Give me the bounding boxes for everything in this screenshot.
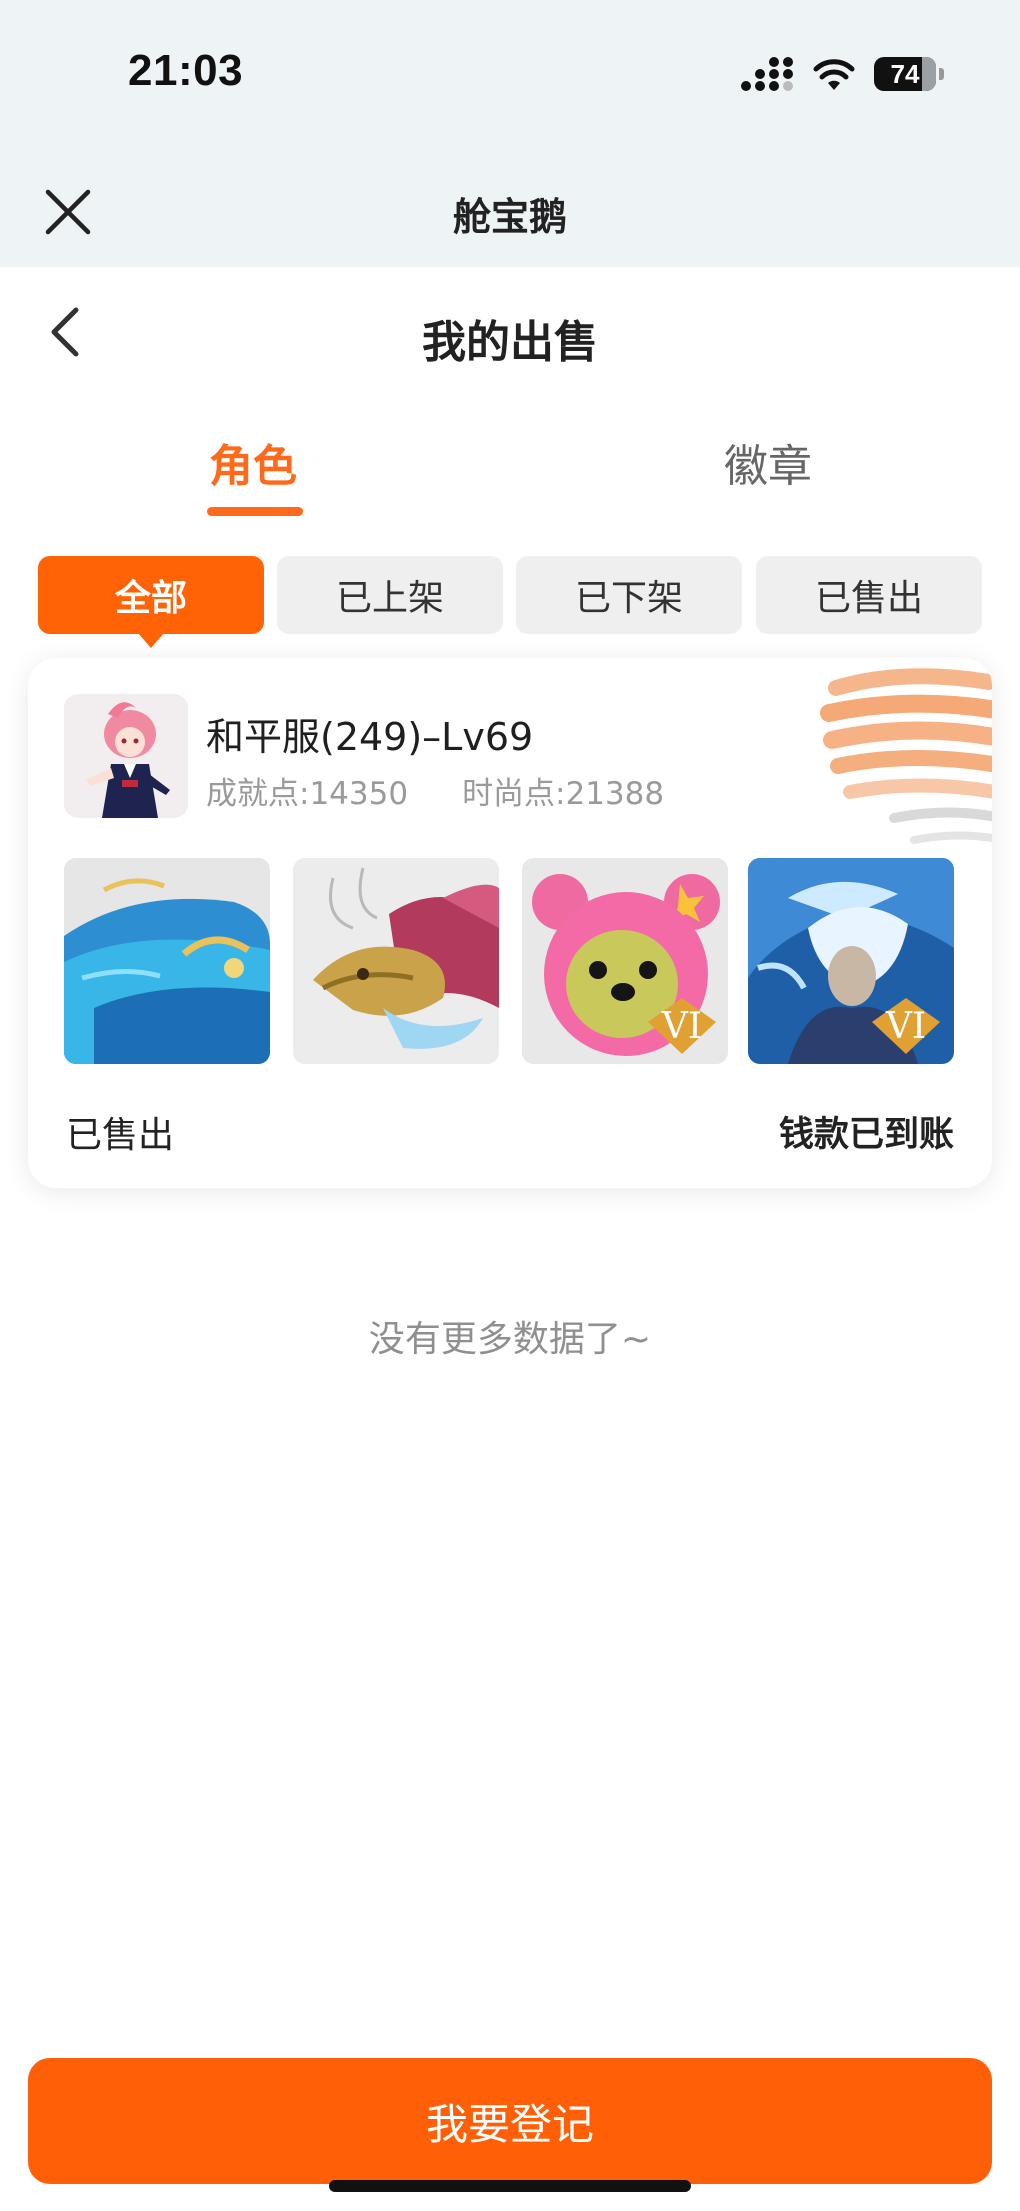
tab-role[interactable]: 角色: [209, 430, 297, 494]
status-icons: 74: [740, 54, 944, 94]
sale-listing-card[interactable]: 和平服(249)–Lv69 成就点:14350 时尚点:21388 VI VI …: [28, 658, 992, 1188]
top-bar: 21:03 74 舱宝鹅: [0, 0, 1020, 267]
pink-bear-icon: VI: [522, 858, 728, 1064]
thumbnail-item[interactable]: [64, 858, 270, 1064]
mini-program-title: 舱宝鹅: [452, 195, 567, 239]
vi-badge: VI: [885, 1006, 926, 1047]
wifi-icon: [813, 59, 855, 90]
thumbnail-item[interactable]: [293, 858, 499, 1064]
home-indicator: [329, 2180, 691, 2192]
battery-level: 74: [890, 58, 920, 89]
ice-warrior-icon: VI: [748, 858, 954, 1064]
redaction-scribble: [820, 668, 992, 844]
item-thumbnails: VI VI: [64, 858, 954, 1064]
character-avatar: [64, 694, 188, 818]
whale-mount-icon: [64, 858, 270, 1064]
tab-badge[interactable]: 徽章: [724, 430, 812, 494]
dragon-mount-icon: [293, 858, 499, 1064]
character-name: 和平服(249)–Lv69: [206, 715, 534, 759]
vi-badge: VI: [661, 1006, 702, 1047]
register-button[interactable]: 我要登记: [28, 2058, 992, 2184]
thumbnail-item[interactable]: VI: [522, 858, 728, 1064]
filter-listed[interactable]: 已上架: [277, 556, 503, 634]
payment-status: 钱款已到账: [778, 1115, 954, 1155]
signal-icon: [741, 57, 793, 91]
fashion-points: 时尚点:21388: [462, 776, 665, 812]
status-filter-bar: 全部 已上架 已下架 已售出: [38, 556, 982, 648]
no-more-data-hint: 没有更多数据了~: [368, 1319, 652, 1360]
listing-status: 已售出: [66, 1115, 175, 1156]
filter-all[interactable]: 全部: [38, 556, 264, 648]
tab-indicator: [207, 507, 303, 516]
thumbnail-item[interactable]: VI: [748, 858, 954, 1064]
character-avatar-icon: [64, 694, 188, 818]
character-stats: 成就点:14350 时尚点:21388: [206, 768, 664, 813]
status-time: 21:03: [128, 46, 244, 95]
achievement-points: 成就点:14350: [206, 776, 409, 812]
page-title: 我的出售: [422, 317, 598, 368]
battery-icon: 74: [874, 57, 944, 91]
filter-sold[interactable]: 已售出: [756, 556, 982, 634]
filter-delisted[interactable]: 已下架: [516, 556, 742, 634]
